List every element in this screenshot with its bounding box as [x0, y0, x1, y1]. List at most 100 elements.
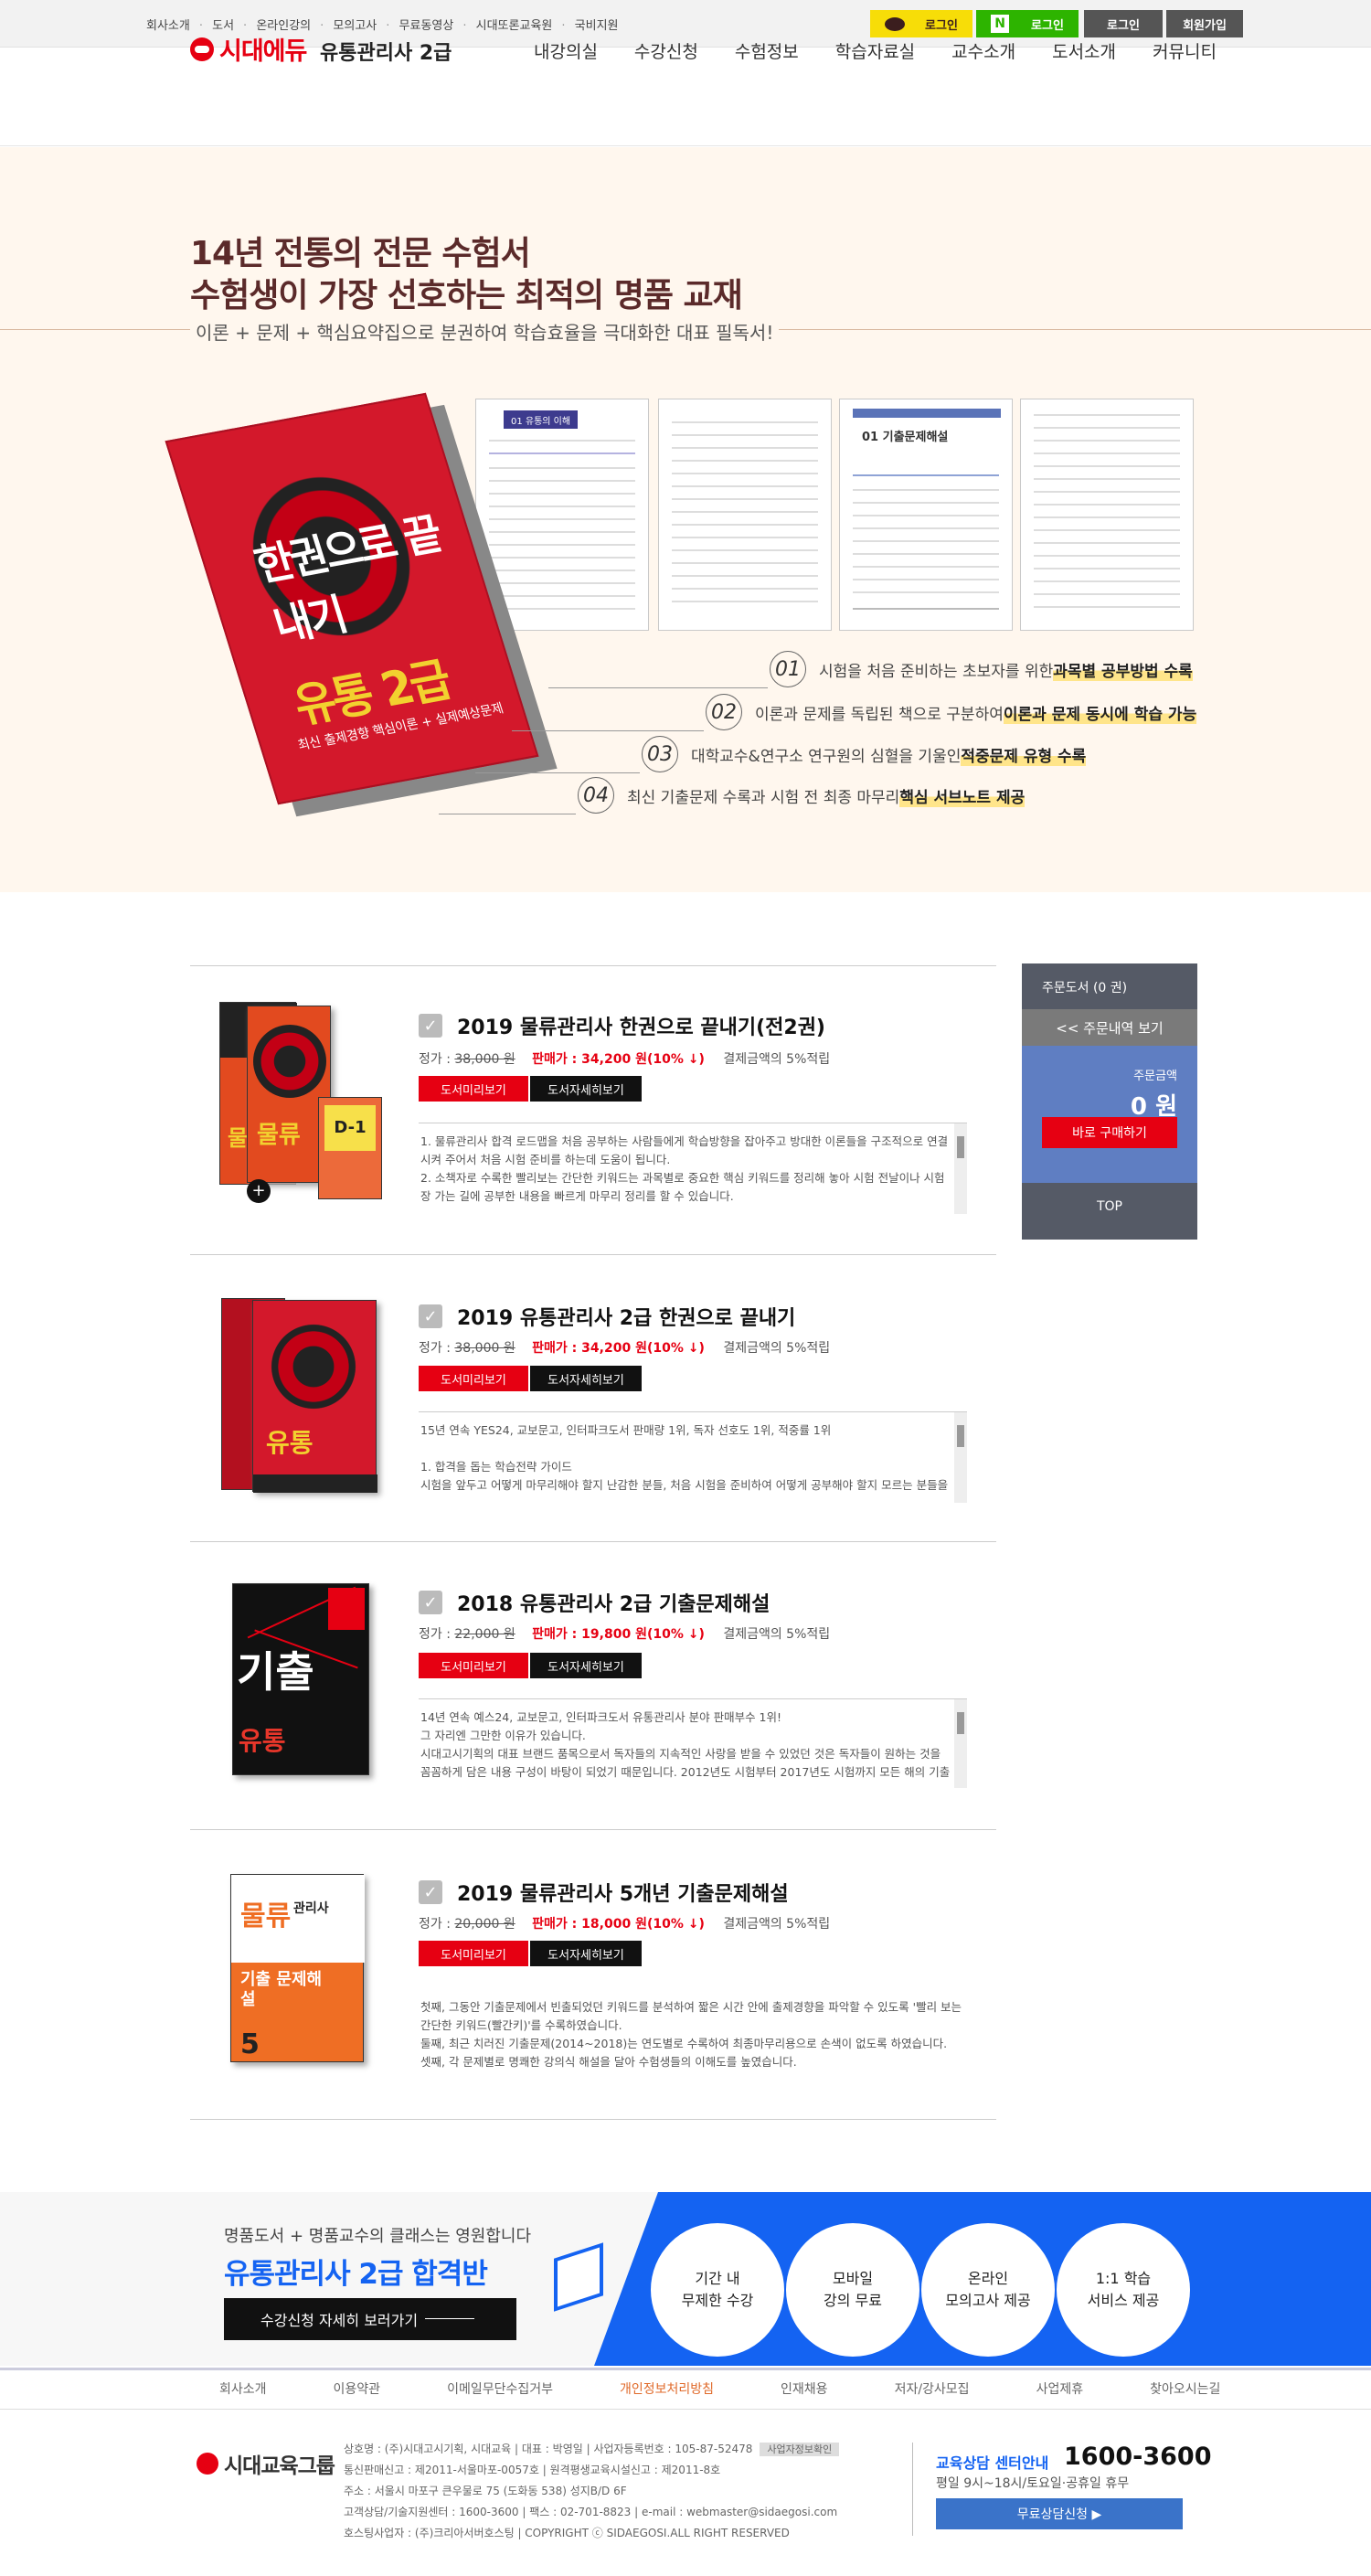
login-button[interactable]: 로그인 [1084, 10, 1163, 37]
product-price: 정가 : 38,000 원 판매가 : 34,200 원(10% ↓) 결제금액… [419, 1049, 830, 1068]
original-price: 22,000 원 [454, 1627, 515, 1642]
footer-link-email-policy[interactable]: 이메일무단수집거부 [447, 2379, 553, 2398]
description-scrollbar[interactable] [954, 1123, 967, 1214]
description-line: 14년 연속 예스24, 교보문고, 인터파크도서 유통관리사 분야 판매부수 … [420, 1710, 782, 1724]
nav-community[interactable]: 커뮤니티 [1153, 38, 1217, 63]
benefit-line: 모바일 [832, 2270, 874, 2287]
book-detail-button[interactable]: 도서자세히보기 [530, 1076, 642, 1102]
sale-label: 판매가 : [532, 1341, 578, 1356]
benefit-mobile: 모바일강의 무료 [786, 2223, 919, 2357]
product-title[interactable]: 2019 물류관리사 5개년 기출문제해설 [457, 1878, 789, 1907]
product-checkbox[interactable]: ✓ [419, 1014, 442, 1038]
top-link-education-center[interactable]: 시대또론교육원 [476, 19, 553, 33]
product-divider [190, 1254, 996, 1255]
view-orders-button[interactable]: << 주문내역 보기 [1022, 1009, 1197, 1046]
footer-link-partnership[interactable]: 사업제휴 [1036, 2379, 1084, 2398]
cs-number: 1600-3600 [1064, 2443, 1212, 2471]
sale-price: 19,800 원(10% ↓) [581, 1627, 705, 1642]
book-preview-button[interactable]: 도서미리보기 [419, 1941, 528, 1966]
nav-study-materials[interactable]: 학습자료실 [835, 38, 915, 63]
footer-link-privacy[interactable]: 개인정보처리방침 [620, 2379, 714, 2398]
info-line: 통신판매신고 : 제2011-서울마포-0057호 | 원격평생교육시설신고 :… [344, 2464, 721, 2476]
description-line: 첫째, 그동안 기출문제에서 빈출되었던 키워드를 분석하여 짧은 시간 안에 … [420, 2000, 962, 2014]
feature-connector-1 [548, 687, 768, 688]
sale-label: 판매가 : [532, 1052, 578, 1067]
benefit-line: 강의 무료 [824, 2292, 882, 2309]
buy-now-button[interactable]: 바로 구매하기 [1042, 1117, 1177, 1148]
nav-course-register[interactable]: 수강신청 [634, 38, 698, 63]
book-detail-button[interactable]: 도서자세히보기 [530, 1653, 642, 1678]
product-thumbnail[interactable]: 유통 [210, 1294, 384, 1509]
description-scrollbar[interactable] [954, 1699, 967, 1788]
main-nav: 내강의실 수강신청 수험정보 학습자료실 교수소개 도서소개 커뮤니티 [534, 38, 1253, 63]
top-link-mock-test[interactable]: 모의고사 [333, 19, 377, 33]
plus-icon: + [766, 2282, 781, 2301]
nav-my-classroom[interactable]: 내강의실 [534, 38, 598, 63]
plus-icon: + [901, 2282, 916, 2301]
feature-highlight: 과목별 공부방법 수록 [1053, 657, 1193, 681]
cs-label: 교육상담 센터안내 [936, 2454, 1049, 2472]
product-description: 첫째, 그동안 기출문제에서 빈출되었던 키워드를 분석하여 짧은 시간 안에 … [419, 1989, 967, 2081]
product-thumbnail[interactable]: 물류 관리사 기출 문제해설 5 [210, 1870, 384, 2085]
product-title[interactable]: 2018 유통관리사 2급 기출문제해설 [457, 1588, 770, 1617]
footer-link-terms[interactable]: 이용약관 [334, 2379, 381, 2398]
description-scrollbar[interactable] [954, 1412, 967, 1503]
naver-login-button[interactable]: N 로그인 [976, 10, 1079, 37]
product-thumbnail[interactable]: 기출 유통 [210, 1580, 384, 1794]
description-line: 간단한 키워드(빨간키)'를 수록하였습니다. [420, 2018, 622, 2032]
nav-exam-info[interactable]: 수험정보 [735, 38, 799, 63]
feature-highlight: 핵심 서브노트 제공 [899, 783, 1026, 807]
site-logo[interactable]: 시대에듀 [190, 31, 307, 67]
product-title[interactable]: 2019 물류관리사 한권으로 끝내기(전2권) [457, 1011, 825, 1040]
feature-item-4: 04 최신 기출문제 수록과 시험 전 최종 마무리 핵심 서브노트 제공 [578, 777, 1026, 814]
book-preview-button[interactable]: 도서미리보기 [419, 1366, 528, 1391]
benefit-line: 온라인 [967, 2270, 1009, 2287]
benefit-1on1: 1:1 학습 서비스 제공 [1057, 2223, 1190, 2357]
book-detail-button[interactable]: 도서자세히보기 [530, 1941, 642, 1966]
biz-check-button[interactable]: 사업자정보확인 [760, 2443, 840, 2456]
join-button[interactable]: 회원가입 [1166, 10, 1243, 37]
book-detail-button[interactable]: 도서자세히보기 [530, 1366, 642, 1391]
product-cover: 유통 [252, 1300, 377, 1493]
hero-title-line1: 14년 전통의 전문 수험서 [190, 235, 531, 272]
product-checkbox[interactable]: ✓ [419, 1880, 442, 1904]
product-checkbox[interactable]: ✓ [419, 1304, 442, 1328]
top-link-national-support[interactable]: 국비지원 [575, 19, 619, 33]
point-info: 결제금액의 5%적립 [723, 1052, 831, 1067]
footer-logo: 시대교육그룹 [197, 2448, 335, 2479]
description-line: 2. 소책자로 수록한 빨리보는 간단한 키워드는 과목별로 중요한 핵심 키워… [420, 1171, 945, 1203]
top-link-free-video[interactable]: 무료동영상 [399, 19, 454, 33]
footer-link-company[interactable]: 회사소개 [219, 2379, 267, 2398]
book-preview-button[interactable]: 도서미리보기 [419, 1076, 528, 1102]
original-price: 38,000 원 [454, 1341, 515, 1356]
product-checkbox[interactable]: ✓ [419, 1591, 442, 1614]
nav-professors[interactable]: 교수소개 [951, 38, 1015, 63]
product-divider [190, 965, 996, 966]
price-label: 정가 : [419, 1341, 451, 1356]
arrow-right-icon [425, 2318, 474, 2319]
benefit-line: 1:1 학습 [1095, 2270, 1152, 2287]
price-label: 정가 : [419, 1627, 451, 1642]
free-consult-button[interactable]: 무료상담신청 ▶ [936, 2498, 1183, 2529]
cover-title: 기출 [237, 1647, 314, 1697]
product-title[interactable]: 2019 유통관리사 2급 한권으로 끝내기 [457, 1302, 795, 1331]
scroll-top-button[interactable]: TOP [1022, 1199, 1197, 1214]
kakao-login-button[interactable]: 로그인 [870, 10, 972, 37]
benefit-unlimited: 기간 내 무제한 수강 [651, 2223, 784, 2357]
book-preview-button[interactable]: 도서미리보기 [419, 1653, 528, 1678]
top-link-company[interactable]: 회사소개 [146, 19, 190, 33]
nav-books[interactable]: 도서소개 [1052, 38, 1116, 63]
feature-text: 시험을 처음 준비하는 초보자를 위한 [819, 662, 1054, 681]
price-label: 정가 : [419, 1052, 451, 1067]
product-description: 15년 연속 YES24, 교보문고, 인터파크도서 판매량 1위, 독자 선호… [419, 1411, 967, 1503]
footer-link-recruit[interactable]: 인재채용 [781, 2379, 828, 2398]
company-info: 상호명 : (주)시대고시기획, 시대교육 | 대표 : 박영일 | 사업자등록… [344, 2439, 840, 2544]
product-thumbnail[interactable]: 물류 물류 D-1 + [210, 996, 384, 1211]
kakao-login-label: 로그인 [925, 18, 958, 33]
footer-link-author-recruit[interactable]: 저자/강사모집 [895, 2379, 970, 2398]
cs-hours: 평일 9시~18시/토요일·공휴일 휴무 [936, 2476, 1130, 2491]
course-detail-button[interactable]: 수강신청 자세히 보러가기 [224, 2298, 516, 2340]
footer-link-directions[interactable]: 찾아오시는길 [1150, 2379, 1220, 2398]
sale-label: 판매가 : [532, 1917, 578, 1932]
cover-title: 유통 [266, 1428, 314, 1458]
